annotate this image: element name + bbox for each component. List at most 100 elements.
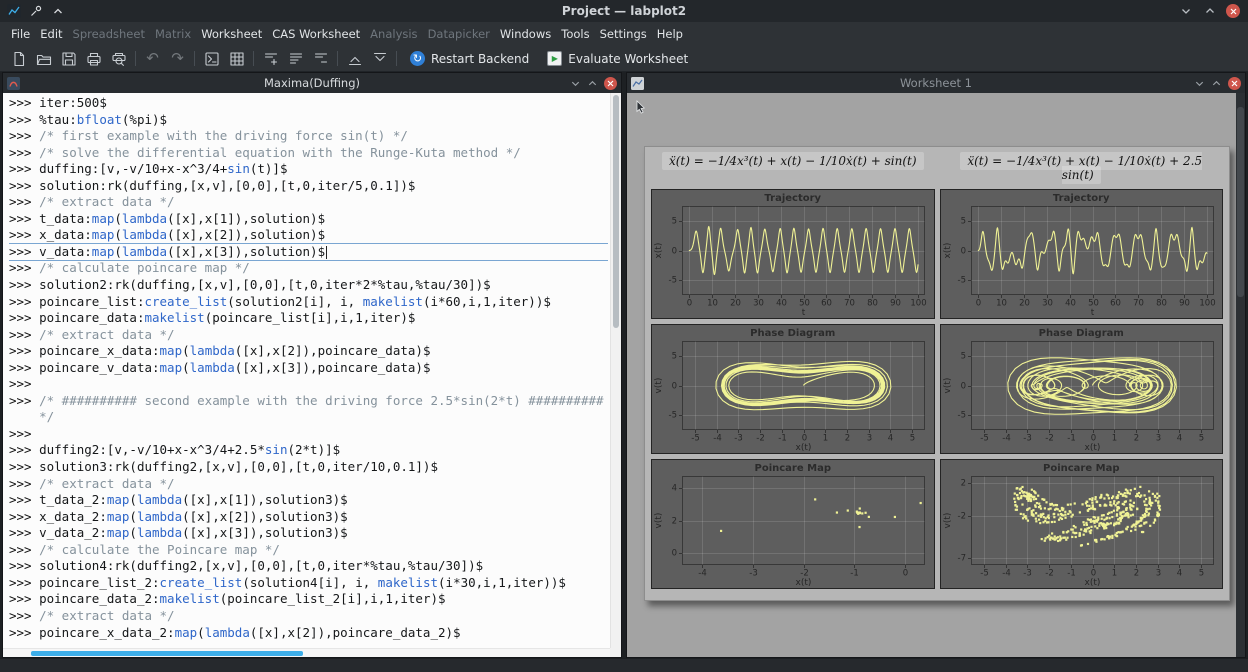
cas-horizontal-scrollbar-thumb[interactable] — [31, 651, 303, 656]
plot-poincare-map-right[interactable]: Poincare Map — [940, 459, 1224, 589]
worksheet-scrollbar-thumb[interactable] — [1237, 107, 1244, 297]
cas-line[interactable]: >>> solution4:rk(duffing2,[x,v],[0,0],[t… — [9, 558, 608, 575]
menu-windows[interactable]: Windows — [495, 23, 556, 45]
cas-code[interactable]: >>> iter:500$>>> %tau:bfloat(%pi)$>>> /*… — [9, 95, 608, 648]
insert-command-entry-button[interactable] — [258, 48, 283, 70]
cas-editor[interactable]: >>> iter:500$>>> %tau:bfloat(%pi)$>>> /*… — [3, 93, 621, 657]
plot-phase-diagram-left[interactable]: Phase Diagram — [651, 324, 935, 454]
cas-prompt: >>> — [9, 260, 39, 275]
new-cas-worksheet-button[interactable] — [199, 48, 224, 70]
worksheet-page[interactable]: ẍ(t) = −1/4x³(t) + x(t) − 1/10ẋ(t) + sin… — [644, 146, 1230, 601]
menu-cas-worksheet[interactable]: CAS Worksheet — [267, 23, 365, 45]
cas-line[interactable]: >>> poincare_list:create_list(solution2[… — [9, 294, 608, 311]
new-document-button[interactable] — [6, 48, 31, 70]
menu-settings[interactable]: Settings — [595, 23, 652, 45]
cas-line[interactable]: >>> /* extract data */ — [9, 608, 608, 625]
restart-backend-button[interactable]: ↻ Restart Backend — [401, 49, 538, 68]
menu-edit[interactable]: Edit — [35, 23, 67, 45]
cas-line[interactable]: >>> poincare_list_2:create_list(solution… — [9, 575, 608, 592]
cas-line[interactable]: >>> /* calculate poincare map */ — [9, 260, 608, 277]
worksheet-close-button[interactable] — [1228, 77, 1241, 90]
cas-line[interactable]: >>> x_data_2:map(lambda([x],x[2]),soluti… — [9, 509, 608, 526]
cas-line[interactable]: >>> /* calculate the Poincare map */ — [9, 542, 608, 559]
menu-file[interactable]: File — [6, 23, 35, 45]
cas-line[interactable]: >>> poincare_data:makelist(poincare_list… — [9, 310, 608, 327]
cas-line[interactable]: >>> /* extract data */ — [9, 476, 608, 493]
expand-results-button[interactable] — [367, 48, 392, 70]
cas-line[interactable]: >>> solution3:rk(duffing2,[x,v],[0,0],[t… — [9, 459, 608, 476]
cas-line[interactable]: >>> — [9, 426, 608, 443]
cas-line[interactable]: >>> /* extract data */ — [9, 194, 608, 211]
cas-line[interactable]: >>> t_data:map(lambda([x],x[1]),solution… — [9, 211, 608, 228]
cas-vertical-scrollbar-thumb[interactable] — [613, 95, 619, 328]
collapse-results-button[interactable] — [342, 48, 367, 70]
cas-line[interactable]: >>> — [9, 376, 608, 393]
plot-canvas[interactable] — [652, 460, 934, 588]
plot-canvas[interactable] — [652, 325, 934, 453]
cas-line[interactable]: >>> poincare_v_data:map(lambda([x],x[3])… — [9, 360, 608, 377]
code-token: lambda — [122, 244, 167, 259]
equation-label-1[interactable]: ẍ(t) = −1/4x³(t) + x(t) − 1/10ẋ(t) + sin… — [651, 154, 935, 182]
cas-close-button[interactable] — [604, 77, 617, 90]
menu-help[interactable]: Help — [652, 23, 688, 45]
remove-entry-button[interactable] — [308, 48, 333, 70]
plot-trajectory-right[interactable]: Trajectory — [940, 189, 1224, 319]
select-cursor-icon[interactable] — [632, 97, 650, 115]
cas-line[interactable]: >>> solution:rk(duffing,[x,v],[0,0],[t,0… — [9, 178, 608, 195]
print-preview-button[interactable] — [106, 48, 131, 70]
plot-canvas[interactable] — [941, 460, 1223, 588]
cas-line[interactable]: >>> v_data:map(lambda([x],x[3]),solution… — [9, 244, 608, 261]
cas-line[interactable]: >>> duffing:[v,-v/10+x-x^3/4+sin(t)]$ — [9, 161, 608, 178]
cas-titlebar[interactable]: Maxima(Duffing) — [3, 73, 621, 93]
plot-canvas[interactable] — [941, 325, 1223, 453]
open-folder-button[interactable] — [31, 48, 56, 70]
code-token: map — [107, 492, 130, 507]
plot-trajectory-left[interactable]: Trajectory — [651, 189, 935, 319]
cas-prompt: >>> — [9, 575, 39, 590]
cas-line[interactable]: >>> v_data_2:map(lambda([x],x[3]),soluti… — [9, 525, 608, 542]
insert-text-entry-button[interactable] — [283, 48, 308, 70]
cas-maximize-icon[interactable] — [587, 74, 598, 93]
evaluate-worksheet-button[interactable]: ▶ Evaluate Worksheet — [538, 49, 697, 68]
cas-line[interactable]: >>> duffing2:[v,-v/10+x-x^3/4+2.5*sin(2*… — [9, 442, 608, 459]
cas-line[interactable]: >>> iter:500$ — [9, 95, 608, 112]
cas-line[interactable]: >>> %tau:bfloat(%pi)$ — [9, 112, 608, 129]
cas-line[interactable]: >>> */ — [9, 409, 608, 426]
cas-horizontal-scrollbar[interactable] — [3, 648, 610, 657]
plot-canvas[interactable] — [941, 190, 1223, 318]
menu-tools[interactable]: Tools — [556, 23, 594, 45]
plot-poincare-map-left[interactable]: Poincare Map — [651, 459, 935, 589]
cas-line[interactable]: >>> solution2:rk(duffing,[x,v],[0,0],[t,… — [9, 277, 608, 294]
worksheet-maximize-icon[interactable] — [1211, 74, 1222, 93]
worksheet-titlebar[interactable]: Worksheet 1 — [627, 73, 1245, 93]
cas-vertical-scrollbar[interactable] — [610, 93, 621, 648]
cas-line[interactable]: >>> t_data_2:map(lambda([x],x[1]),soluti… — [9, 492, 608, 509]
cas-line[interactable]: >>> poincare_x_data:map(lambda([x],x[2])… — [9, 343, 608, 360]
keep-above-icon[interactable] — [50, 4, 65, 19]
cas-line[interactable]: >>> /* ########## second example with th… — [9, 393, 608, 410]
equation-label-2[interactable]: ẍ(t) = −1/4x³(t) + x(t) − 1/10ẋ(t) + 2.5… — [940, 154, 1224, 182]
cas-line[interactable]: >>> x_data:map(lambda([x],x[2]),solution… — [9, 227, 608, 244]
undo-icon: ↶ — [146, 51, 159, 66]
shade-icon[interactable] — [1178, 4, 1193, 19]
tools-icon[interactable] — [28, 4, 43, 19]
menu-worksheet[interactable]: Worksheet — [196, 23, 267, 45]
show-grid-button[interactable] — [224, 48, 249, 70]
plot-phase-diagram-right[interactable]: Phase Diagram — [940, 324, 1224, 454]
close-button[interactable] — [1226, 4, 1240, 18]
cas-line[interactable]: >>> poincare_x_data_2:map(lambda([x],x[2… — [9, 625, 608, 642]
app-icon[interactable] — [6, 4, 21, 19]
cas-line[interactable]: >>> /* first example with the driving fo… — [9, 128, 608, 145]
plot-canvas[interactable] — [652, 190, 934, 318]
print-button[interactable] — [81, 48, 106, 70]
worksheet-view[interactable]: ẍ(t) = −1/4x³(t) + x(t) − 1/10ẋ(t) + sin… — [627, 93, 1245, 657]
worksheet-scrollbar[interactable] — [1236, 93, 1245, 657]
cas-prompt: >>> — [9, 459, 39, 474]
cas-line[interactable]: >>> /* solve the differential equation w… — [9, 145, 608, 162]
save-document-button[interactable] — [56, 48, 81, 70]
cas-line[interactable]: >>> /* extract data */ — [9, 327, 608, 344]
cas-line[interactable]: >>> poincare_data_2:makelist(poincare_li… — [9, 591, 608, 608]
maximize-icon[interactable] — [1202, 4, 1217, 19]
cas-shade-icon[interactable] — [570, 74, 581, 93]
worksheet-shade-icon[interactable] — [1194, 74, 1205, 93]
